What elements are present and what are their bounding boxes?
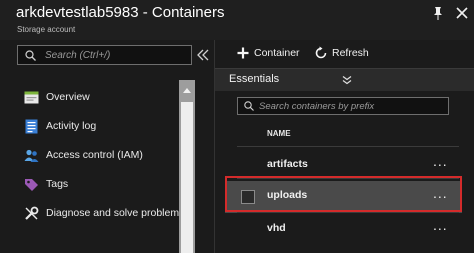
plus-icon [237, 47, 249, 59]
container-name: artifacts [267, 158, 308, 170]
blade-header: arkdevtestlab5983 - Containers Storage a… [0, 0, 474, 40]
tag-icon [25, 179, 38, 191]
sidebar-item-label: Access control (IAM) [46, 149, 143, 161]
essentials-label: Essentials [229, 73, 280, 85]
sidebar-item-overview[interactable]: Overview [24, 87, 184, 109]
refresh-icon [315, 46, 327, 59]
row-divider [237, 146, 459, 147]
menu-search-input[interactable]: Search (Ctrl+/) [17, 45, 192, 65]
menu-scrollbar-thumb[interactable] [181, 102, 193, 253]
sidebar-item-tags[interactable]: Tags [24, 174, 184, 196]
overview-icon [24, 91, 39, 104]
page-subtitle: Storage account [17, 25, 76, 34]
add-container-button[interactable]: Container [235, 44, 325, 62]
access-control-icon [24, 149, 39, 162]
more-options-button[interactable]: ... [433, 217, 448, 233]
sidebar-item-activity-log[interactable]: Activity log [24, 116, 184, 138]
menu-search-placeholder: Search (Ctrl+/) [45, 50, 111, 61]
close-icon[interactable] [456, 6, 468, 20]
collapse-menu-icon[interactable] [196, 49, 210, 61]
scroll-up-icon[interactable] [182, 86, 192, 94]
activity-log-icon [25, 119, 38, 134]
search-icon [25, 50, 36, 61]
refresh-label: Refresh [332, 47, 369, 59]
container-name: vhd [267, 222, 286, 234]
container-search-input[interactable]: Search containers by prefix [237, 97, 449, 115]
containers-pane: Container Refresh Essentials Search cont… [215, 40, 474, 253]
more-options-button[interactable]: ... [433, 153, 448, 169]
search-icon [244, 101, 254, 111]
refresh-button[interactable]: Refresh [313, 44, 383, 62]
pin-icon[interactable] [431, 6, 445, 20]
sidebar-item-access-control[interactable]: Access control (IAM) [24, 145, 184, 167]
sidebar-item-label: Diagnose and solve problems [46, 207, 185, 219]
sidebar-item-diagnose[interactable]: Diagnose and solve problems [24, 203, 184, 225]
wrench-icon [25, 206, 39, 220]
sidebar-item-label: Activity log [46, 120, 97, 132]
sidebar-item-label: Overview [46, 91, 90, 103]
row-divider [237, 212, 459, 213]
column-header-name[interactable]: NAME [267, 129, 291, 138]
container-search-placeholder: Search containers by prefix [259, 101, 375, 112]
chevron-down-icon[interactable] [342, 75, 352, 85]
page-title: arkdevtestlab5983 - Containers [16, 4, 225, 21]
sidebar-item-label: Tags [46, 178, 69, 190]
add-container-label: Container [254, 47, 300, 59]
essentials-bar[interactable]: Essentials [215, 68, 474, 91]
table-row[interactable]: artifacts ... [215, 153, 474, 177]
selection-highlight-box [225, 176, 462, 212]
table-row[interactable]: vhd ... [215, 217, 474, 241]
